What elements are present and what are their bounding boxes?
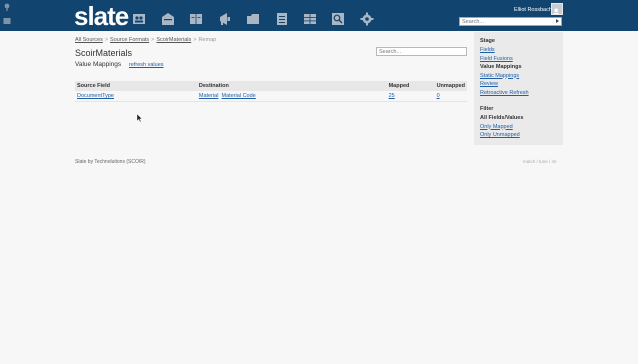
stage-item-review[interactable]: Review: [480, 81, 498, 87]
breadcrumb-all-sources[interactable]: All Sources: [75, 37, 103, 43]
user-silhouette-icon: [553, 8, 560, 14]
top-navigation-bar: slate Elliot Rossbach: [0, 0, 638, 31]
page-title: ScoirMaterials: [75, 48, 133, 58]
card-icon[interactable]: [3, 17, 11, 25]
table-header-row: Source Field Destination Mapped Unmapped: [75, 81, 467, 91]
destination-field-link[interactable]: Material Code: [221, 93, 255, 99]
destination-link[interactable]: Material: [199, 93, 219, 99]
gear-icon[interactable]: [360, 12, 374, 26]
header-source-field: Source Field: [75, 81, 197, 91]
filter-heading: Filter: [480, 106, 494, 112]
unmapped-count-link[interactable]: 0: [437, 93, 440, 99]
stage-heading: Stage: [480, 38, 495, 44]
search-submit-icon[interactable]: [556, 19, 559, 23]
header-destination: Destination: [196, 81, 387, 91]
page-subtitle: Value Mappings refresh values: [75, 61, 164, 68]
filter-item-all[interactable]: All Fields/Values: [480, 115, 523, 121]
filter-item-only-unmapped[interactable]: Only Unmapped: [480, 132, 520, 138]
people-icon[interactable]: [132, 12, 146, 26]
list-icon[interactable]: [275, 12, 289, 26]
refresh-values-link[interactable]: refresh values: [129, 62, 164, 68]
cell-source-field: DocumentType: [75, 91, 197, 102]
footer-credit: Slate by Technolutions (SCOIR): [75, 159, 146, 165]
stage-item-value-mappings[interactable]: Value Mappings: [480, 64, 522, 70]
filter-item-only-mapped[interactable]: Only Mapped: [480, 124, 513, 130]
table-row: DocumentType Material Material Code 25 0: [75, 91, 467, 102]
breadcrumb-separator: >: [104, 37, 109, 43]
left-tool-strip: [0, 0, 14, 31]
mouse-cursor-icon: [137, 114, 143, 122]
inbox-icon[interactable]: [161, 12, 175, 26]
query-icon[interactable]: [331, 12, 345, 26]
megaphone-icon[interactable]: [218, 12, 232, 26]
breadcrumb-current: Remap: [198, 37, 217, 43]
cell-unmapped: 0: [434, 91, 467, 102]
breadcrumb-source-formats[interactable]: Source Formats: [110, 37, 149, 43]
avatar[interactable]: [551, 3, 563, 15]
header-unmapped: Unmapped: [434, 81, 467, 91]
footer-links[interactable]: match / tune / 4n: [523, 159, 557, 164]
mapped-count-link[interactable]: 25: [389, 93, 395, 99]
global-search-input[interactable]: [459, 17, 562, 26]
pin-icon[interactable]: [3, 3, 11, 11]
subtitle-text: Value Mappings: [75, 61, 122, 68]
source-field-link[interactable]: DocumentType: [77, 93, 114, 99]
mapping-search-input[interactable]: [376, 47, 467, 56]
book-icon[interactable]: [189, 12, 203, 26]
user-name[interactable]: Elliot Rossbach: [514, 7, 552, 13]
cell-destination: Material Material Code: [196, 91, 387, 102]
stage-item-field-fusions[interactable]: Field Fusions: [480, 56, 513, 62]
slate-logo[interactable]: slate: [74, 3, 129, 29]
folder-icon[interactable]: [246, 12, 260, 26]
stage-item-static-mappings[interactable]: Static Mappings: [480, 73, 519, 79]
stage-item-retroactive-refresh[interactable]: Retroactive Refresh: [480, 90, 529, 96]
right-sidebar: Stage Fields Field Fusions Value Mapping…: [474, 32, 563, 145]
breadcrumb-scoirmaterials[interactable]: ScoirMaterials: [156, 37, 191, 43]
stage-item-fields[interactable]: Fields: [480, 47, 495, 53]
breadcrumb: All Sources > Source Formats > ScoirMaterial…: [75, 37, 216, 43]
grid-icon[interactable]: [303, 12, 317, 26]
value-mappings-table: Source Field Destination Mapped Unmapped…: [75, 81, 467, 102]
header-mapped: Mapped: [386, 81, 435, 91]
cell-mapped: 25: [386, 91, 435, 102]
